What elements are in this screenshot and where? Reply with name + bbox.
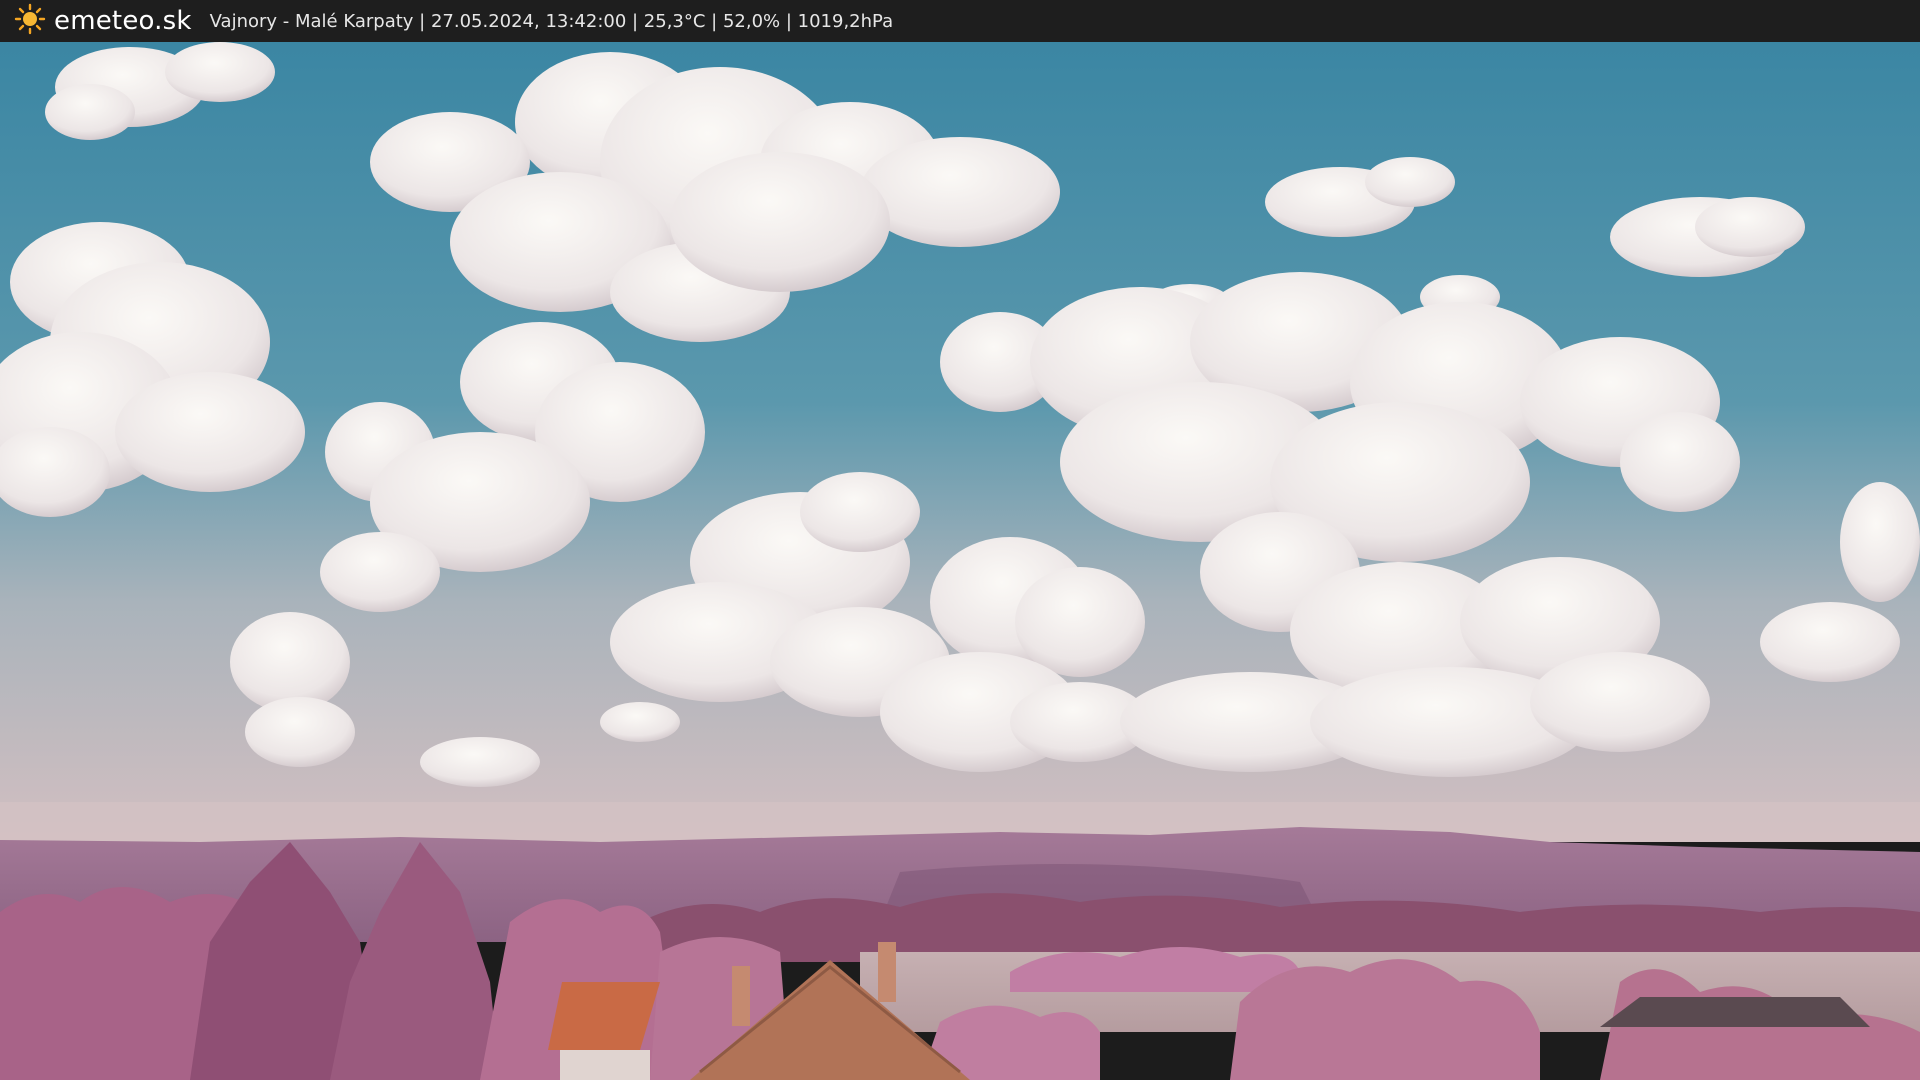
station-caption: Vajnory - Malé Karpaty | 27.05.2024, 13:… — [209, 10, 894, 32]
sun-icon — [14, 3, 46, 39]
header-bar: emeteo.sk Vajnory - Malé Karpaty | 27.05… — [0, 0, 1920, 42]
webcam-image — [0, 42, 1920, 1080]
webcam-frame: emeteo.sk Vajnory - Malé Karpaty | 27.05… — [0, 0, 1920, 1080]
brand-name: emeteo.sk — [54, 6, 192, 36]
brand[interactable]: emeteo.sk — [14, 3, 192, 39]
